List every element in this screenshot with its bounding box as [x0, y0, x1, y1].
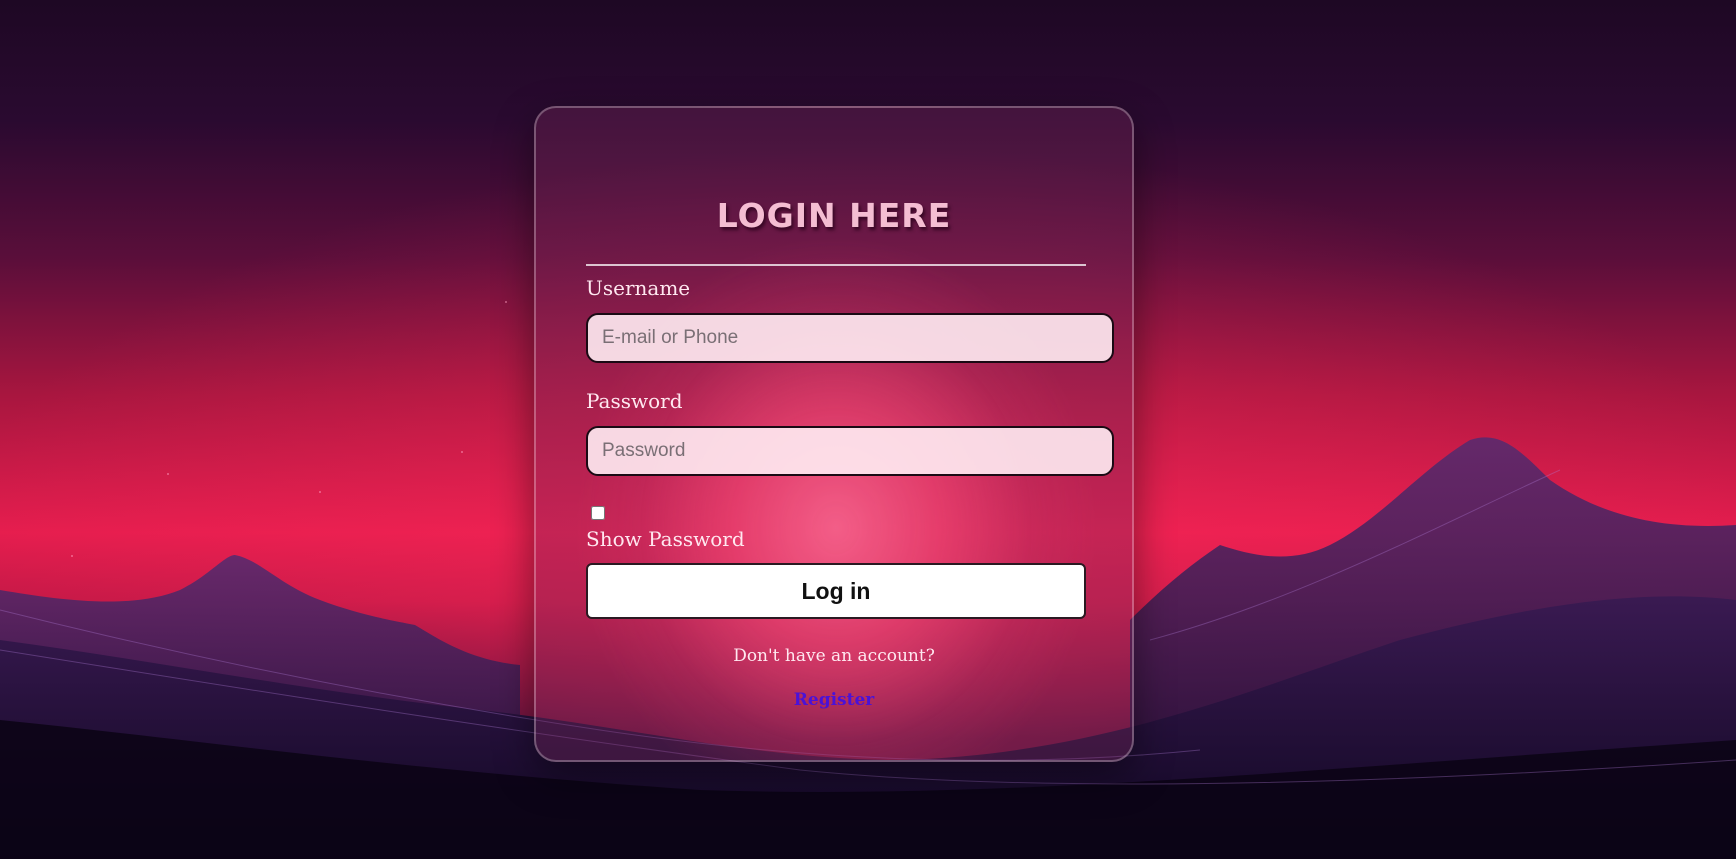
username-input[interactable] [586, 313, 1114, 363]
username-label: Username [586, 276, 691, 300]
password-label: Password [586, 389, 683, 413]
show-password-checkbox[interactable] [591, 506, 605, 520]
no-account-text: Don't have an account? [733, 646, 935, 666]
show-password-label[interactable]: Show Password [586, 527, 745, 551]
register-link[interactable]: Register [536, 690, 1132, 710]
login-card: LOGIN HERE Username Password Show Passwo… [534, 106, 1134, 762]
login-button[interactable]: Log in [586, 563, 1086, 619]
password-input[interactable] [586, 426, 1114, 476]
login-title: LOGIN HERE [716, 196, 952, 235]
title-divider [586, 264, 1086, 266]
